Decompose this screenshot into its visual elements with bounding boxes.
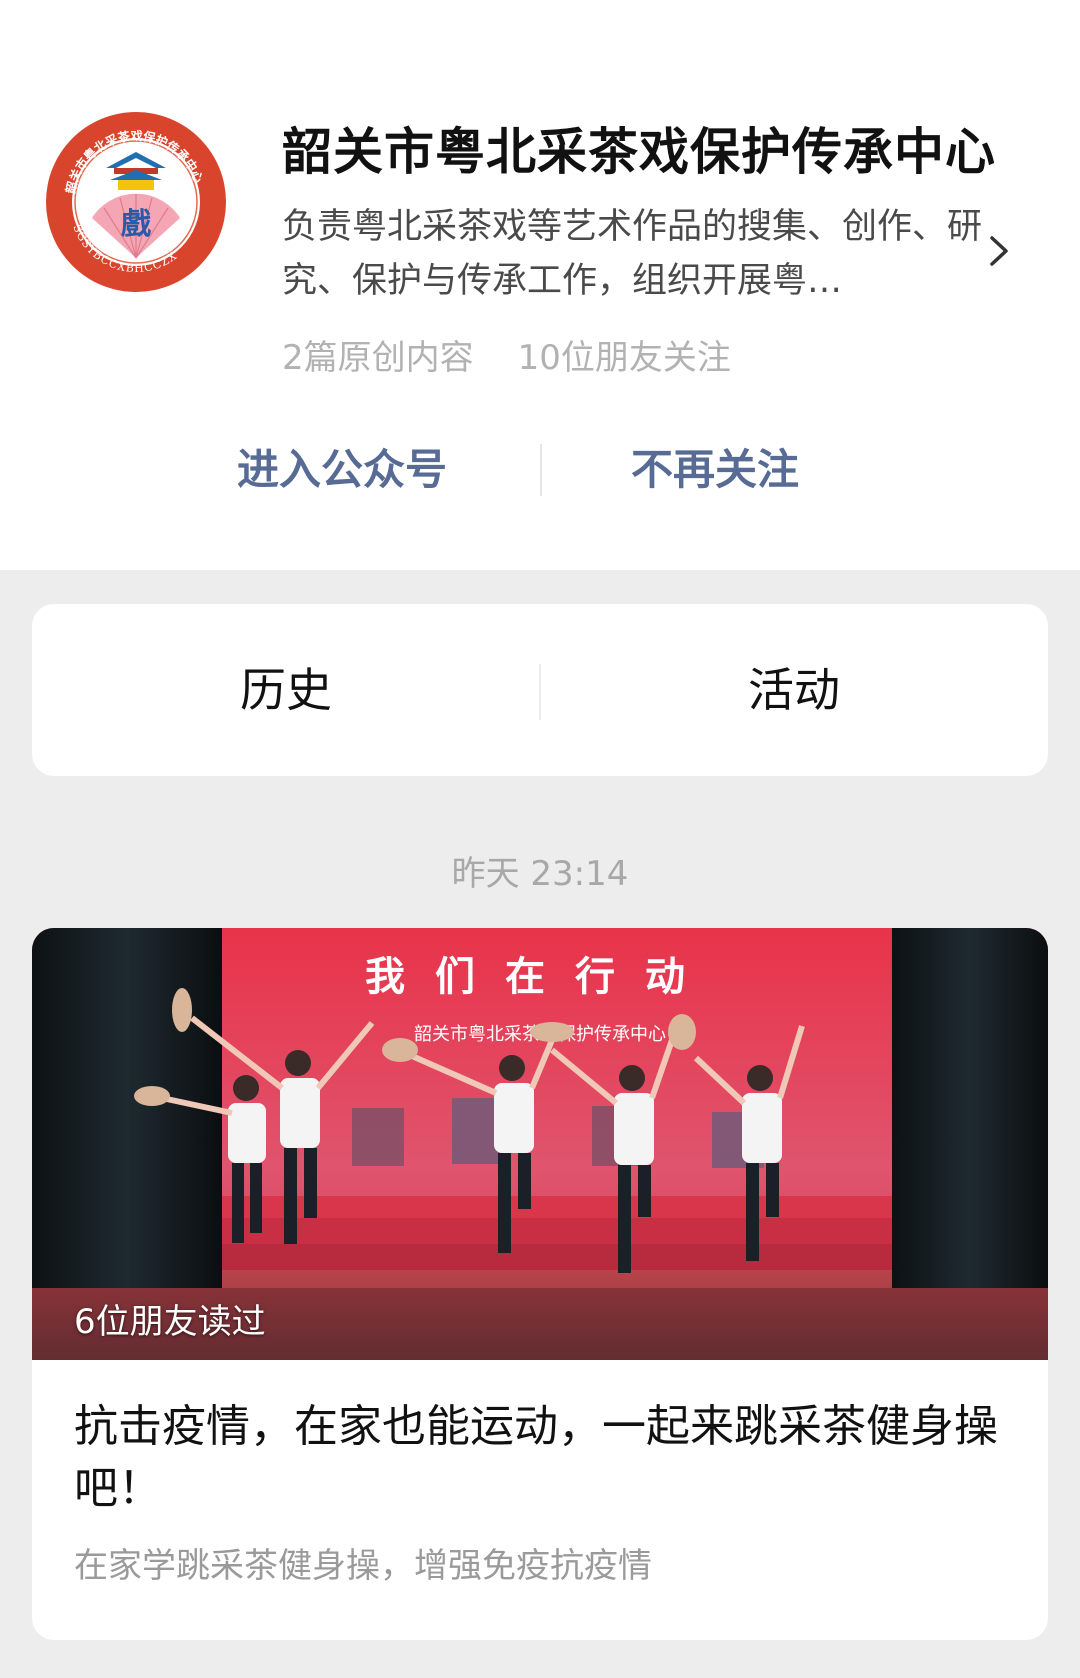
article-title[interactable]: 抗击疫情，在家也能运动，一起来跳采茶健身操吧！ bbox=[74, 1396, 1014, 1520]
account-name: 韶关市粤北采茶戏保护传承中心 bbox=[282, 123, 996, 181]
chevron-right-icon[interactable] bbox=[986, 232, 1012, 270]
friends-read-count: 6位朋友读过 bbox=[74, 1302, 266, 1342]
article-card[interactable]: 我们在行动 韶关市粤北采茶戏保护传承中心 bbox=[32, 928, 1048, 1640]
logo-glyph: 戲 bbox=[121, 207, 151, 242]
feed-timestamp: 昨天 23:14 bbox=[451, 854, 629, 894]
account-header: 韶关市粤北采茶戏保护传承中心 SGSYBCCXBHCCZX 戲 韶关市粤北采茶戏… bbox=[0, 0, 1080, 570]
account-description[interactable]: 负责粤北采茶戏等艺术作品的搜集、创作、研究、保护与传承工作，组织开展粤… bbox=[282, 200, 982, 308]
friends-following-count: 10位朋友关注 bbox=[517, 338, 731, 378]
unfollow-button[interactable]: 不再关注 bbox=[550, 440, 880, 500]
enter-account-button[interactable]: 进入公众号 bbox=[177, 440, 507, 500]
account-tabs: 历史 活动 bbox=[32, 604, 1048, 776]
tab-history[interactable]: 历史 bbox=[32, 604, 540, 776]
original-count: 2篇原创内容 bbox=[282, 338, 474, 378]
account-logo[interactable]: 韶关市粤北采茶戏保护传承中心 SGSYBCCXBHCCZX 戲 bbox=[44, 110, 228, 294]
cover-banner-text: 我们在行动 bbox=[365, 953, 715, 1000]
actions-divider bbox=[540, 444, 542, 496]
tab-activity[interactable]: 活动 bbox=[540, 604, 1048, 776]
account-actions: 进入公众号 不再关注 bbox=[0, 440, 1080, 500]
article-digest: 在家学跳采茶健身操，增强免疫抗疫情 bbox=[74, 1546, 652, 1586]
account-stats: 2篇原创内容 10位朋友关注 bbox=[282, 330, 731, 379]
